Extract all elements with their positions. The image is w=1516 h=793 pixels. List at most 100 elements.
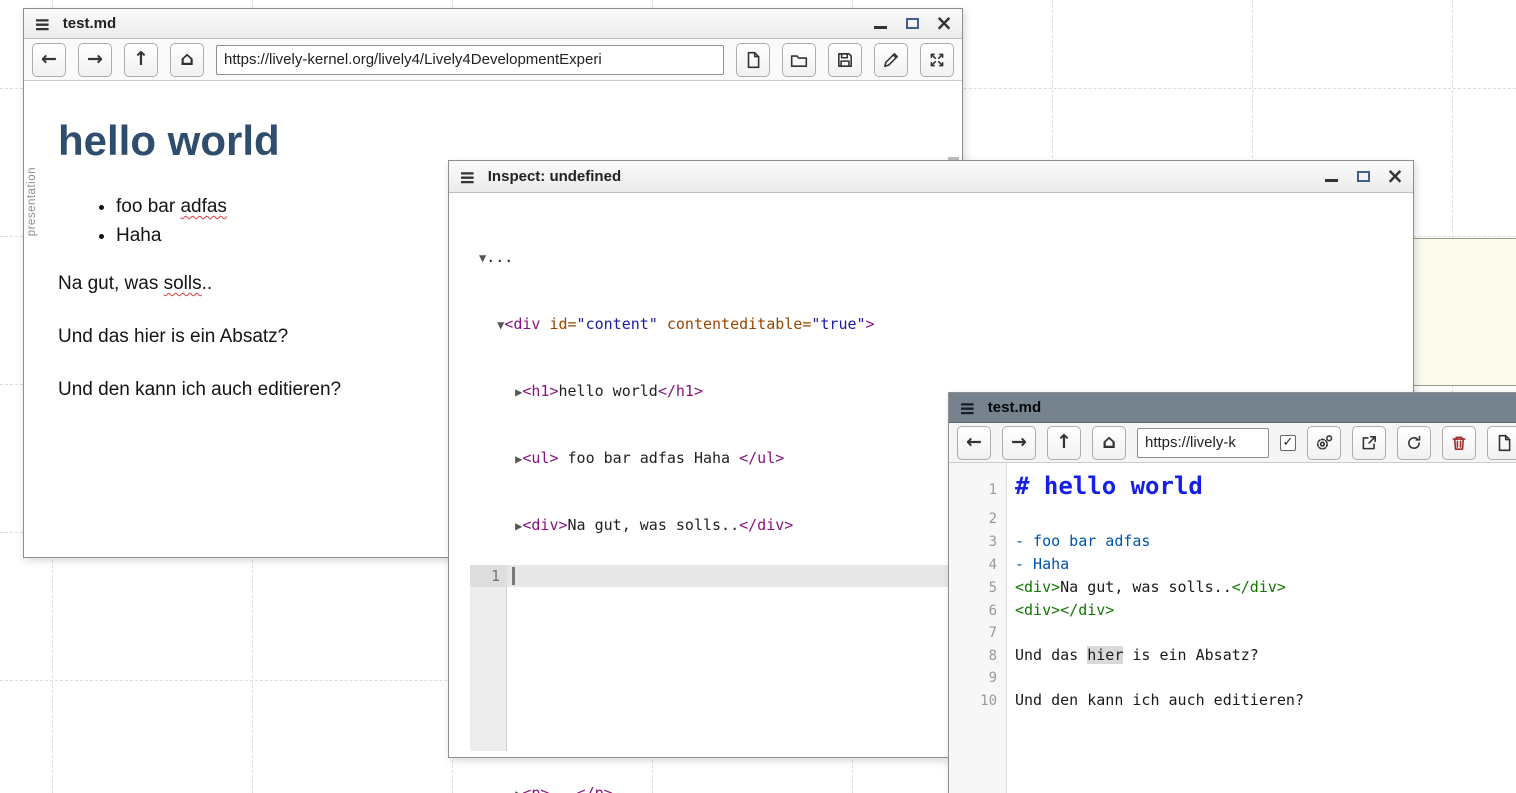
- edit-button[interactable]: [874, 43, 908, 77]
- delete-button[interactable]: [1442, 426, 1476, 460]
- editor-gutter: [470, 565, 507, 751]
- misspelled-word: solls: [164, 273, 202, 294]
- editor-line[interactable]: 3- foo bar adfas: [949, 530, 1516, 553]
- home-icon: ⌂: [180, 50, 194, 69]
- new-file-button[interactable]: [736, 43, 770, 77]
- editor-line[interactable]: 5<div>Na gut, was solls..</div>: [949, 576, 1516, 599]
- trash-icon: [1450, 434, 1468, 452]
- line-number: 1: [470, 565, 507, 587]
- settings-button[interactable]: [1307, 426, 1341, 460]
- line-number: 9: [949, 667, 1007, 689]
- editor-line[interactable]: 6<div></div>: [949, 599, 1516, 622]
- menu-icon[interactable]: ≡: [34, 14, 51, 34]
- home-button[interactable]: ⌂: [1092, 426, 1126, 460]
- line-content: <div>Na gut, was solls..</div>: [1007, 576, 1286, 598]
- tree-node[interactable]: ▼...: [479, 246, 1413, 269]
- line-number: 8: [949, 645, 1007, 667]
- paragraph-text: ..: [202, 273, 213, 294]
- editor-line[interactable]: 9: [949, 667, 1516, 689]
- save-button[interactable]: [828, 43, 862, 77]
- list-item-text: foo bar: [116, 196, 180, 217]
- line-number: 10: [949, 690, 1007, 712]
- editor-line[interactable]: 1# hello world: [949, 469, 1516, 508]
- window-title: test.md: [988, 399, 1041, 416]
- editor-line[interactable]: 8Und das hier is ein Absatz?: [949, 644, 1516, 667]
- url-input[interactable]: [216, 45, 724, 75]
- forward-icon: →: [87, 50, 103, 69]
- text-cursor: [512, 567, 515, 585]
- menu-icon[interactable]: ≡: [959, 398, 976, 418]
- forward-button[interactable]: →: [1002, 426, 1036, 460]
- minimize-button[interactable]: [872, 16, 888, 32]
- menu-icon[interactable]: ≡: [459, 167, 476, 187]
- line-number: 3: [949, 531, 1007, 553]
- up-icon: ↑: [133, 50, 149, 69]
- maximize-button[interactable]: [904, 16, 920, 32]
- editor-line[interactable]: 7: [949, 622, 1516, 644]
- titlebar[interactable]: ≡ Inspect: undefined ×: [449, 161, 1413, 193]
- back-button[interactable]: ←: [32, 43, 66, 77]
- window-title: Inspect: undefined: [488, 168, 621, 185]
- page-title: hello world: [58, 117, 922, 165]
- titlebar[interactable]: ≡ test.md: [949, 393, 1516, 423]
- navigation-toolbar: ← → ↑ ⌂ ✓: [949, 423, 1516, 463]
- minimize-button[interactable]: [1323, 169, 1339, 185]
- editor-line[interactable]: 10Und den kann ich auch editieren?: [949, 689, 1516, 712]
- minimize-icon: [1325, 179, 1338, 182]
- up-button[interactable]: ↑: [1047, 426, 1081, 460]
- presentation-label: presentation: [26, 167, 38, 236]
- editor-line[interactable]: 4- Haha: [949, 553, 1516, 576]
- background-window-fragment: [1413, 238, 1516, 386]
- folder-button[interactable]: [782, 43, 816, 77]
- maximize-button[interactable]: [1355, 169, 1371, 185]
- window-controls: ×: [872, 16, 952, 32]
- tree-node[interactable]: ▼<div id="content" contenteditable="true…: [479, 313, 1413, 336]
- fullscreen-button[interactable]: [920, 43, 954, 77]
- line-number: 4: [949, 554, 1007, 576]
- desktop: ≡ test.md × ← → ↑ ⌂: [0, 0, 1516, 793]
- new-file-icon: [1495, 434, 1513, 452]
- url-input[interactable]: [1137, 428, 1269, 458]
- window-markdown-editor: ≡ test.md ← → ↑ ⌂ ✓: [948, 392, 1516, 793]
- forward-icon: →: [1011, 433, 1027, 452]
- navigation-toolbar: ← → ↑ ⌂: [24, 39, 962, 81]
- source-editor[interactable]: 1# hello world 2 3- foo bar adfas 4- Hah…: [949, 463, 1516, 793]
- window-controls: ×: [1323, 169, 1403, 185]
- external-link-icon: [1360, 434, 1378, 452]
- open-external-button[interactable]: [1352, 426, 1386, 460]
- back-icon: ←: [966, 433, 982, 452]
- line-number: 5: [949, 577, 1007, 599]
- up-button[interactable]: ↑: [124, 43, 158, 77]
- minimize-icon: [874, 26, 887, 29]
- refresh-icon: [1405, 434, 1423, 452]
- home-icon: ⌂: [1102, 433, 1116, 452]
- folder-icon: [790, 51, 808, 69]
- forward-button[interactable]: →: [78, 43, 112, 77]
- toolbar-checkbox[interactable]: ✓: [1280, 435, 1296, 451]
- close-button[interactable]: ×: [1387, 169, 1403, 185]
- reload-button[interactable]: [1397, 426, 1431, 460]
- home-button[interactable]: ⌂: [170, 43, 204, 77]
- back-button[interactable]: ←: [957, 426, 991, 460]
- new-file-icon: [744, 51, 762, 69]
- maximize-icon: [906, 18, 919, 29]
- line-content: - Haha: [1007, 553, 1069, 575]
- line-number: 6: [949, 600, 1007, 622]
- back-icon: ←: [41, 50, 57, 69]
- list-item-text: Haha: [116, 225, 161, 246]
- window-title: test.md: [63, 15, 116, 32]
- paragraph-text: Na gut, was: [58, 273, 164, 294]
- gears-icon: [1315, 434, 1333, 452]
- line-number: 2: [949, 508, 1007, 530]
- close-button[interactable]: ×: [936, 16, 952, 32]
- expand-icon: [928, 51, 946, 69]
- line-content: - foo bar adfas: [1007, 530, 1150, 552]
- titlebar[interactable]: ≡ test.md ×: [24, 9, 962, 39]
- editor-line[interactable]: 2: [949, 508, 1516, 530]
- line-content: # hello world: [1007, 469, 1203, 507]
- pencil-icon: [882, 51, 900, 69]
- line-content: Und das hier is ein Absatz?: [1007, 644, 1259, 666]
- new-file-button[interactable]: [1487, 426, 1516, 460]
- misspelled-word: adfas: [180, 196, 226, 217]
- line-content: <div></div>: [1007, 599, 1114, 621]
